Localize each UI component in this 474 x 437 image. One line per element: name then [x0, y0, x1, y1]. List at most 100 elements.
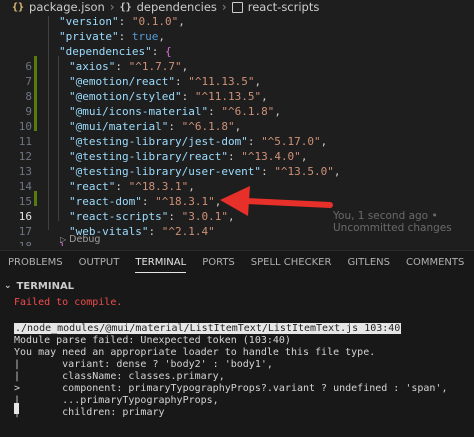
- json-value: "3.0.1": [181, 210, 228, 223]
- json-key: "react-scripts": [69, 210, 169, 223]
- tab-problems[interactable]: PROBLEMS: [0, 251, 71, 275]
- code-text: "react": "^18.3.1",: [69, 179, 195, 194]
- line-number: 17: [18, 225, 32, 238]
- code-text: "@mui/material": "^6.1.8",: [69, 119, 241, 134]
- code-text: "version": "0.1.0",: [59, 16, 185, 29]
- tab-ports[interactable]: PORTS: [194, 251, 243, 275]
- terminal-line: You may need an appropriate loader to ha…: [14, 347, 375, 359]
- code-line[interactable]: 10 "@mui/material": "^6.1.8",: [0, 119, 474, 134]
- json-punct: ,: [234, 120, 242, 133]
- json-key: "@emotion/styled": [69, 90, 182, 103]
- debug-codelens[interactable]: ▷ Debug: [60, 234, 100, 245]
- code-line[interactable]: 9 "@mui/icons-material": "^6.1.8",: [0, 104, 474, 119]
- property-icon: [231, 1, 243, 13]
- json-punct: ,: [300, 150, 308, 163]
- json-key: "version": [59, 16, 119, 28]
- terminal-header-label: TERMINAL: [16, 280, 75, 292]
- json-value: "^6.1.8": [181, 120, 235, 133]
- json-punct: ,: [178, 16, 185, 28]
- json-punct: ,: [274, 105, 281, 118]
- code-text: "react-scripts": "3.0.1",: [69, 209, 235, 224]
- terminal-line: Failed to compile.: [14, 297, 122, 309]
- json-colon: :: [181, 90, 195, 103]
- json-value: {: [164, 45, 172, 58]
- code-line[interactable]: 12 "@testing-library/react": "^13.4.0",: [0, 149, 474, 164]
- chevron-down-icon[interactable]: ⌄: [4, 281, 12, 291]
- line-number: 9: [25, 105, 32, 118]
- terminal-line: ./node_modules/@mui/material/ListItemTex…: [14, 323, 402, 335]
- terminal-text: | ...primaryTypographyProps,: [14, 395, 219, 406]
- line-number: 10: [18, 120, 32, 133]
- terminal-text: | variant: dense ? 'body2' : 'body1',: [14, 359, 273, 370]
- terminal-line: | children: primary: [14, 407, 165, 419]
- terminal-line: Module parse failed: Unexpected token (1…: [14, 335, 291, 347]
- code-line[interactable]: "private": true,: [0, 29, 474, 44]
- json-punct: ,: [320, 135, 328, 148]
- code-text: "@emotion/react": "^11.13.5",: [69, 74, 261, 89]
- vscode-window: {} package.json › {} dependencies › reac…: [0, 0, 474, 437]
- json-punct: ,: [188, 180, 195, 193]
- json-colon: :: [115, 180, 129, 193]
- breadcrumb-file[interactable]: package.json: [29, 0, 105, 14]
- line-number: 7: [25, 75, 32, 88]
- json-key: "@testing-library/jest-dom": [69, 135, 248, 148]
- code-text: "axios": "^1.7.7",: [69, 59, 188, 74]
- tab-output[interactable]: OUTPUT: [71, 251, 128, 275]
- json-punct: ,: [214, 195, 222, 208]
- code-line[interactable]: 14 "react": "^18.3.1",: [0, 179, 474, 194]
- breadcrumb-item[interactable]: react-scripts: [248, 0, 320, 14]
- breadcrumb: {} package.json › {} dependencies › reac…: [0, 0, 474, 14]
- chevron-right-icon: ›: [221, 0, 227, 14]
- json-key: "@testing-library/user-event": [69, 165, 262, 178]
- code-line[interactable]: 8 "@emotion/styled": "^11.13.5",: [0, 89, 474, 104]
- json-colon: :: [118, 16, 132, 28]
- braces-icon: {}: [119, 1, 132, 13]
- terminal-text: > component: primaryTypographyProps?.var…: [14, 383, 448, 394]
- code-line[interactable]: 11 "@testing-library/jest-dom": "^5.17.0"…: [0, 134, 474, 149]
- json-value: true: [131, 30, 159, 43]
- error-file-path[interactable]: ./node_modules/@mui/material/ListItemTex…: [14, 323, 402, 334]
- json-key: "axios": [69, 60, 116, 73]
- breadcrumb-section[interactable]: dependencies: [137, 0, 217, 14]
- json-key: "@testing-library/react": [69, 150, 228, 163]
- tab-comments[interactable]: COMMENTS: [398, 251, 472, 275]
- line-number: 8: [25, 90, 32, 103]
- tab-spell-checker[interactable]: SPELL CHECKER: [243, 251, 340, 275]
- code-line[interactable]: 7 "@emotion/react": "^11.13.5",: [0, 74, 474, 89]
- json-key: "dependencies": [59, 45, 152, 58]
- json-file-icon: {}: [12, 1, 25, 13]
- json-punct: ,: [254, 75, 262, 88]
- play-icon: ▷: [60, 235, 67, 244]
- line-number: 6: [25, 60, 32, 73]
- code-line[interactable]: "version": "0.1.0",: [0, 16, 474, 29]
- json-colon: :: [261, 165, 275, 178]
- tab-gitlens[interactable]: GITLENS: [339, 251, 398, 275]
- code-editor[interactable]: "version": "0.1.0", "private": true, "depe…: [0, 16, 474, 246]
- code-text: "@emotion/styled": "^11.13.5",: [69, 89, 268, 104]
- terminal-section-header[interactable]: ⌄ TERMINAL: [0, 278, 474, 294]
- json-colon: :: [115, 60, 129, 73]
- code-line[interactable]: 13 "@testing-library/user-event": "^13.5.…: [0, 164, 474, 179]
- panel-tabs: PROBLEMS OUTPUT TERMINAL PORTS SPELL CHECKER…: [0, 251, 474, 275]
- debug-label: Debug: [69, 234, 101, 245]
- json-punct: ,: [181, 60, 189, 73]
- json-value: "^18.3.1": [128, 180, 189, 193]
- terminal-text: Module parse failed: Unexpected token (1…: [14, 335, 291, 346]
- json-value: "^2.1.4": [161, 225, 215, 238]
- code-line[interactable]: 15 "react-dom": "^18.3.1",: [0, 194, 474, 209]
- json-value: "^6.1.8": [221, 105, 275, 118]
- line-number: 15: [18, 195, 32, 208]
- code-text: "@testing-library/jest-dom": "^5.17.0",: [69, 134, 327, 149]
- terminal-line: | className: classes.primary,: [14, 371, 225, 383]
- json-colon: :: [148, 225, 162, 238]
- json-colon: :: [151, 45, 165, 58]
- code-line[interactable]: 6 "axios": "^1.7.7",: [0, 59, 474, 74]
- tab-terminal[interactable]: TERMINAL: [127, 251, 194, 275]
- code-line[interactable]: "dependencies": {: [0, 44, 474, 59]
- line-number: 11: [18, 135, 32, 148]
- json-colon: :: [174, 75, 189, 88]
- json-value: "^18.3.1": [155, 195, 215, 208]
- json-key: "react-dom": [69, 195, 142, 208]
- json-colon: :: [168, 120, 182, 133]
- json-value: "^11.13.5": [188, 75, 255, 88]
